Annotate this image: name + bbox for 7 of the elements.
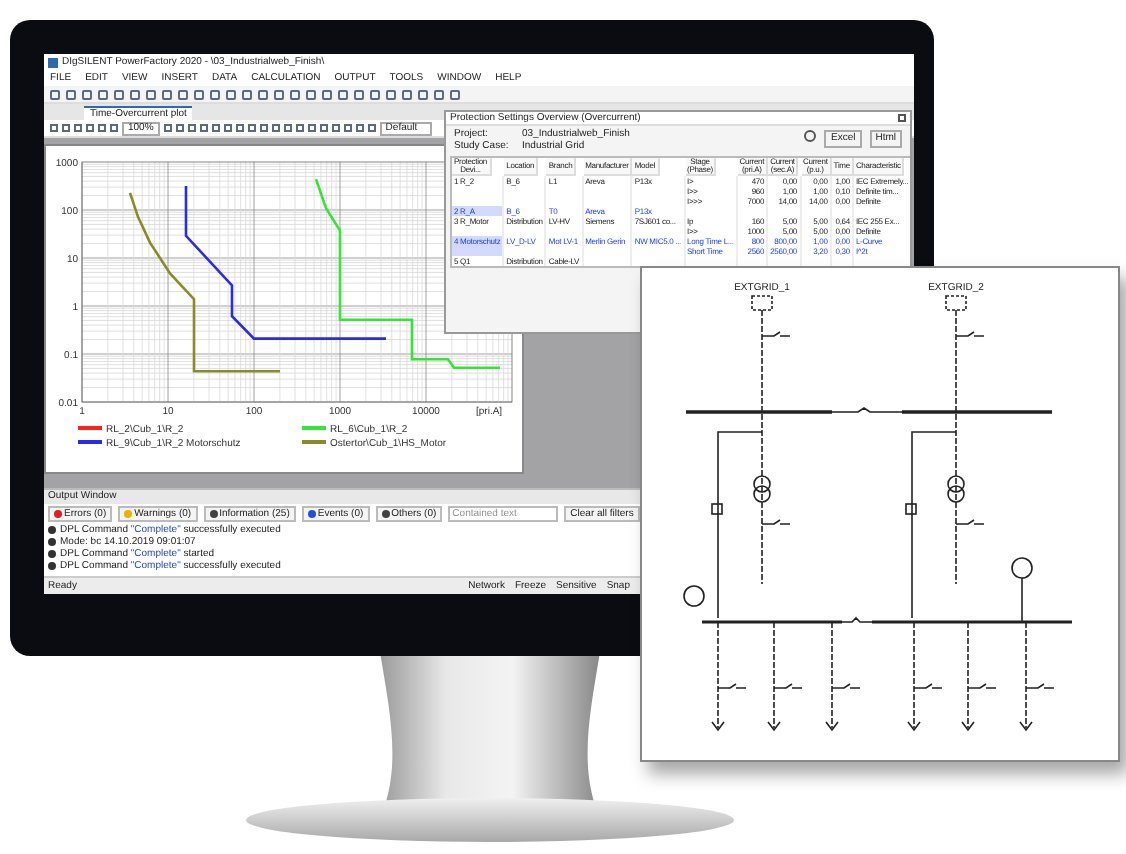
- settings-icon[interactable]: [804, 130, 817, 142]
- close-icon[interactable]: [898, 114, 906, 122]
- info-bullet-icon: [48, 538, 56, 546]
- info-bullet-icon: [48, 526, 56, 534]
- info-bullet-icon: [48, 562, 56, 570]
- info-bullet-icon: [48, 550, 56, 558]
- app-logo-icon: [48, 57, 58, 67]
